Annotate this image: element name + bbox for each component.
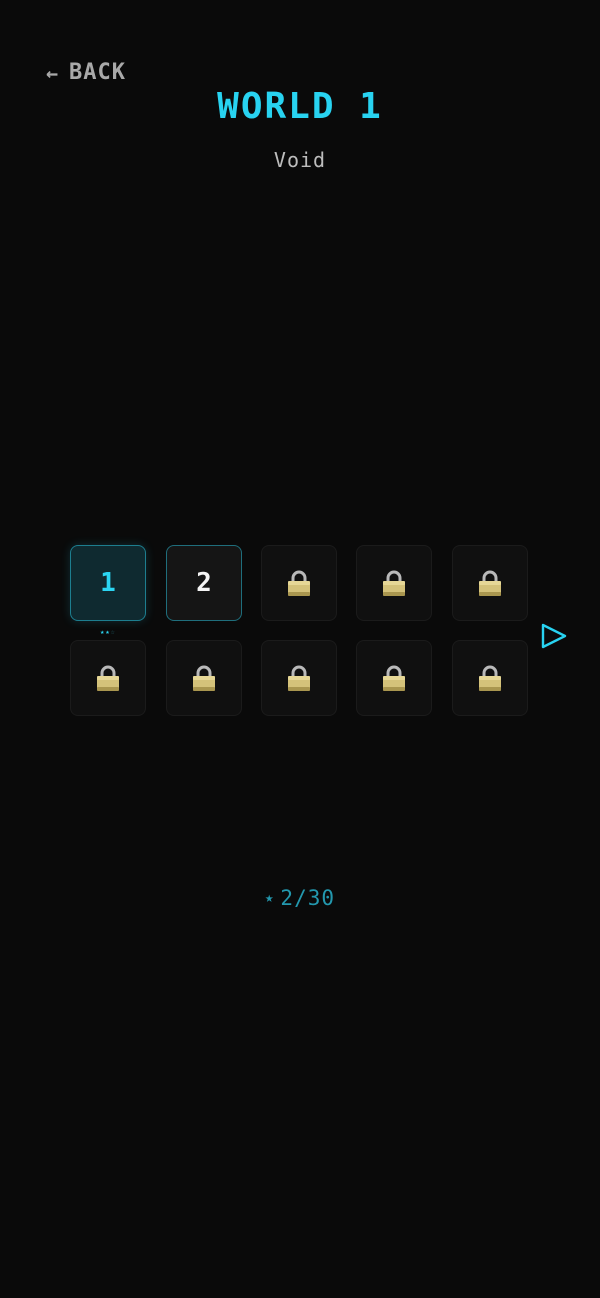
star-icon: ☆ [110,628,116,636]
padlock-icon [286,664,312,692]
page-title: WORLD 1 [217,86,383,127]
star-rating: ★★☆ [70,629,146,636]
star-total: ★ 2/30 [0,886,600,910]
star-icon: ★ [264,890,275,906]
level-tile-locked [452,640,528,716]
level-tile-locked [261,545,337,621]
padlock-icon [191,664,217,692]
padlock-icon [381,569,407,597]
level-number: 1 [100,568,116,598]
back-button[interactable]: ← BACK [46,60,126,85]
back-label: BACK [69,60,127,85]
level-tile-locked [70,640,146,716]
world-subtitle: Void [273,148,327,172]
level-number: 2 [196,568,212,598]
level-tile-locked [356,545,432,621]
level-tile-locked [356,640,432,716]
padlock-icon [381,664,407,692]
level-tile-locked [261,640,337,716]
padlock-icon [286,569,312,597]
padlock-icon [95,664,121,692]
next-page-arrow-icon[interactable] [540,622,568,650]
level-tile-locked [452,545,528,621]
left-arrow-icon: ← [46,60,60,85]
padlock-icon [477,569,503,597]
star-count: 2/30 [280,886,335,910]
level-grid: 1 2 ★★☆ [70,545,530,719]
level-tile-1[interactable]: 1 [70,545,146,621]
level-tile-2[interactable]: 2 [166,545,242,621]
padlock-icon [477,664,503,692]
level-tile-locked [166,640,242,716]
